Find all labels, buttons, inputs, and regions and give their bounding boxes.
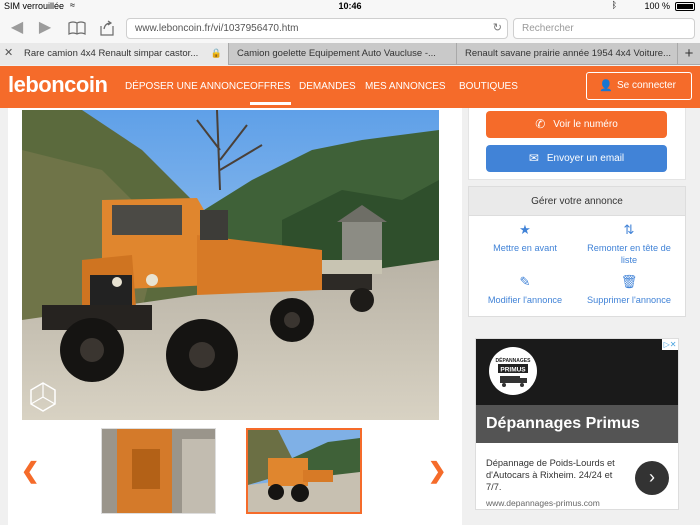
tab-3[interactable]: Renault savane prairie année 1954 4x4 Vo… — [457, 43, 678, 65]
edit-label: Modifier l'annonce — [487, 295, 563, 305]
search-input[interactable]: Rechercher — [513, 18, 695, 39]
bookmarks-icon[interactable] — [66, 17, 88, 39]
status-bar: SIM verrouillée ≈ 10:46 ᛒ 100 % — [0, 0, 700, 13]
connect-button[interactable]: 👤 Se connecter — [586, 72, 692, 100]
battery-label: 100 % — [644, 1, 670, 11]
user-icon: 👤 — [599, 80, 613, 92]
delete-action[interactable]: 🗑 Supprimer l'annonce — [579, 274, 679, 306]
bump-action[interactable]: ⇅ Remonter en tête de liste — [579, 222, 679, 266]
show-number-button[interactable]: ✆ Voir le numéro — [486, 111, 667, 138]
pencil-icon: ✎ — [519, 274, 531, 289]
nav-deposer[interactable]: DÉPOSER UNE ANNONCE — [125, 81, 250, 92]
browser-toolbar: ◀ ▶ www.leboncoin.fr/vi/1037956470.htm ↻… — [0, 13, 700, 43]
sort-up-icon: ⇅ — [623, 222, 635, 237]
battery-icon — [675, 2, 695, 11]
connect-label: Se connecter — [617, 80, 676, 91]
url-text: www.leboncoin.fr/vi/1037956470.htm — [135, 23, 299, 34]
ad-banner: DÉPANNAGES PRIMUS ▷✕ — [476, 339, 678, 405]
ad-description: Dépannage de Poids-Lourds et d'Autocars … — [486, 458, 615, 492]
reload-icon[interactable]: ↻ — [493, 19, 502, 38]
ad-arrow-button[interactable]: › — [635, 461, 669, 495]
next-photo-arrow[interactable]: ❯ — [428, 458, 446, 484]
lock-icon: 🔒 — [210, 48, 222, 58]
send-email-label: Envoyer un email — [546, 153, 625, 165]
nav-boutiques[interactable]: BOUTIQUES — [459, 81, 518, 92]
nav-demandes[interactable]: DEMANDES — [299, 81, 356, 92]
tab-1[interactable]: ✕ Rare camion 4x4 Renault simpar castor.… — [0, 43, 229, 65]
show-number-label: Voir le numéro — [553, 119, 618, 131]
previous-photo-arrow[interactable]: ❮ — [21, 458, 39, 484]
ad-title: Dépannages Primus — [476, 405, 678, 443]
advertisement[interactable]: DÉPANNAGES PRIMUS ▷✕ Dépannages Primus D… — [475, 338, 679, 510]
delete-label: Supprimer l'annonce — [587, 295, 671, 305]
tab-title: Camion goelette Equipement Auto Vaucluse… — [237, 48, 436, 59]
thumbnail-2[interactable] — [246, 428, 362, 514]
share-icon[interactable] — [96, 17, 118, 39]
clock: 10:46 — [338, 1, 362, 11]
ad-url: www.depannages-primus.com — [486, 498, 600, 508]
main-photo[interactable] — [22, 110, 439, 420]
envelope-icon: ✉ — [528, 151, 539, 165]
thumbnail-1[interactable] — [101, 428, 216, 514]
bluetooth-icon: ᛒ — [611, 0, 617, 10]
manage-listing-box: Gérer votre annonce ★ Mettre en avant ⇅ … — [468, 186, 686, 317]
ad-logo: DÉPANNAGES PRIMUS — [489, 347, 537, 395]
nav-offres[interactable]: OFFRES — [250, 81, 291, 105]
site-logo[interactable]: leboncoin — [8, 72, 108, 98]
back-icon[interactable]: ◀ — [6, 17, 28, 39]
tab-bar: ✕ Rare camion 4x4 Renault simpar castor.… — [0, 43, 700, 65]
phone-icon: ✆ — [535, 117, 546, 131]
ad-choices-icon[interactable]: ▷✕ — [662, 339, 678, 350]
tab-title: Rare camion 4x4 Renault simpar castor... — [24, 48, 199, 59]
edit-action[interactable]: ✎ Modifier l'annonce — [475, 274, 575, 306]
close-tab-icon[interactable]: ✕ — [4, 43, 13, 64]
site-header: leboncoin DÉPOSER UNE ANNONCE OFFRES DEM… — [0, 66, 700, 108]
tab-title: Renault savane prairie année 1954 4x4 Vo… — [465, 48, 671, 59]
forward-icon[interactable]: ▶ — [34, 17, 56, 39]
trash-icon: 🗑 — [620, 274, 638, 289]
url-bar[interactable]: www.leboncoin.fr/vi/1037956470.htm ↻ — [126, 18, 508, 39]
promote-action[interactable]: ★ Mettre en avant — [475, 222, 575, 254]
svg-text:PRIMUS: PRIMUS — [500, 367, 526, 374]
svg-text:DÉPANNAGES: DÉPANNAGES — [496, 356, 532, 364]
new-tab-button[interactable]: + — [678, 43, 700, 65]
promote-label: Mettre en avant — [493, 243, 557, 253]
bump-label: Remonter en tête de liste — [587, 243, 671, 265]
manage-title: Gérer votre annonce — [469, 187, 685, 216]
nav-mes-annonces[interactable]: MES ANNONCES — [365, 81, 446, 92]
tab-2[interactable]: Camion goelette Equipement Auto Vaucluse… — [229, 43, 457, 65]
watermark-logo — [30, 382, 56, 412]
star-icon: ★ — [519, 222, 531, 237]
send-email-button[interactable]: ✉ Envoyer un email — [486, 145, 667, 172]
